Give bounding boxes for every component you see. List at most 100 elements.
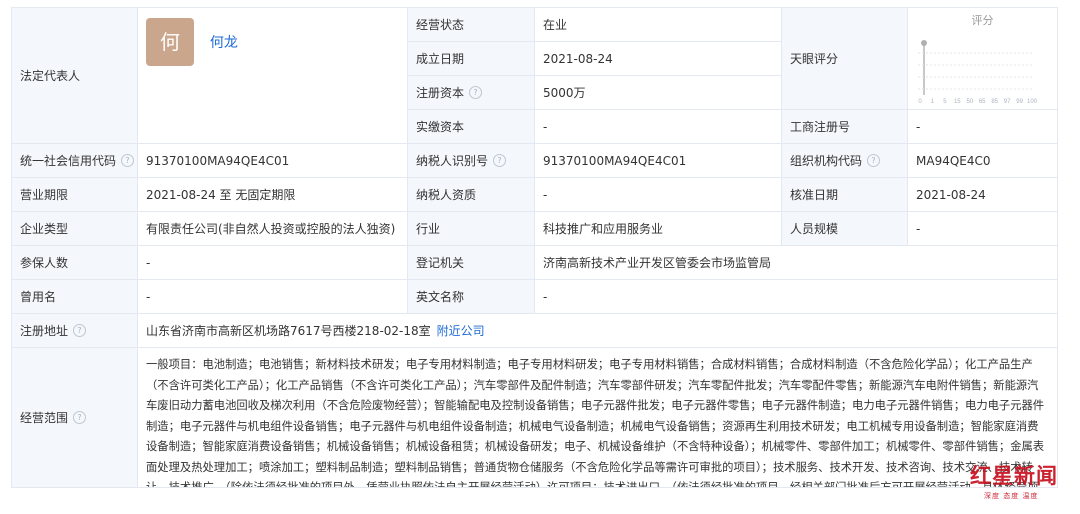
address-label: 注册地址? (12, 314, 138, 348)
reg-capital-value-text: 5000万 (543, 86, 586, 100)
scope-label: 经营范围? (12, 348, 138, 488)
industry-label: 行业 (408, 212, 535, 246)
org-code-value-text: MA94QE4C0 (916, 153, 991, 168)
former-name-label: 曾用名 (12, 280, 138, 314)
status-value-text: 在业 (543, 18, 568, 32)
industry-label-text: 行业 (416, 222, 441, 236)
help-icon[interactable]: ? (121, 154, 135, 167)
term-value-text: 2021-08-24 至 无固定期限 (146, 188, 296, 202)
score-ticks: 0 1 5 15 50 65 85 97 99 100 (918, 99, 1037, 105)
company-type-label-text: 企业类型 (20, 222, 69, 236)
org-code-label: 组织机构代码? (782, 144, 908, 178)
address-label-text: 注册地址 (20, 324, 69, 338)
approve-date-value: 2021-08-24 (908, 178, 1058, 212)
score-tick-label: 50 (966, 99, 973, 105)
english-name-value: - (535, 280, 1058, 314)
score-tick-label: 1 (931, 99, 935, 105)
score-gauge-chart: 0 1 5 15 50 65 85 97 99 100 (918, 40, 1038, 105)
authority-value: 济南高新技术产业开发区管委会市场监管局 (535, 246, 1058, 280)
scope-label-text: 经营范围 (20, 411, 69, 425)
reg-capital-label: 注册资本? (408, 76, 535, 110)
credit-code-label: 统一社会信用代码? (12, 144, 138, 178)
help-icon[interactable]: ? (73, 324, 87, 337)
established-label-text: 成立日期 (416, 52, 465, 66)
credit-code-value-text: 91370100MA94QE4C01 (146, 153, 290, 168)
insured-value: - (138, 246, 408, 280)
help-icon[interactable]: ? (73, 411, 87, 424)
taxpayer-id-label: 纳税人识别号? (408, 144, 535, 178)
taxpayer-qual-value-text: - (543, 187, 548, 202)
paid-capital-label: 实缴资本 (408, 110, 535, 144)
paid-capital-value: - (535, 110, 782, 144)
tianyan-score-panel: 评分 0 1 5 15 50 65 85 97 99 100 (908, 8, 1058, 110)
legal-rep-label-text: 法定代表人 (20, 69, 81, 83)
scope-text: 一般项目：电池制造；电池销售；新材料技术研发；电子专用材料制造；电子专用材料研发… (146, 358, 1045, 488)
icbn-label: 工商注册号 (782, 110, 908, 144)
industry-value-text: 科技推广和应用服务业 (543, 222, 664, 236)
authority-label-text: 登记机关 (416, 256, 465, 270)
former-name-value-text: - (146, 289, 151, 304)
approve-date-value-text: 2021-08-24 (916, 187, 986, 202)
staff-size-value-text: - (916, 221, 921, 236)
insured-label-text: 参保人数 (20, 256, 69, 270)
industry-value: 科技推广和应用服务业 (535, 212, 782, 246)
staff-size-label-text: 人员规模 (790, 222, 839, 236)
score-tick-label: 0 (918, 99, 922, 105)
scope-value: 一般项目：电池制造；电池销售；新材料技术研发；电子专用材料制造；电子专用材料研发… (138, 348, 1058, 488)
staff-size-label: 人员规模 (782, 212, 908, 246)
established-label: 成立日期 (408, 42, 535, 76)
taxpayer-qual-label-text: 纳税人资质 (416, 188, 477, 202)
score-needle-head (921, 40, 927, 46)
taxpayer-qual-label: 纳税人资质 (408, 178, 535, 212)
term-value: 2021-08-24 至 无固定期限 (138, 178, 408, 212)
taxpayer-id-label-text: 纳税人识别号 (416, 154, 489, 168)
status-label-text: 经营状态 (416, 18, 465, 32)
legal-rep-label: 法定代表人 (12, 8, 138, 144)
term-label-text: 营业期限 (20, 188, 69, 202)
icbn-value-text: - (916, 119, 921, 134)
approve-date-label-text: 核准日期 (790, 188, 839, 202)
company-type-label: 企业类型 (12, 212, 138, 246)
legal-rep-name-link[interactable]: 何龙 (210, 32, 238, 52)
staff-size-value: - (908, 212, 1058, 246)
nearby-companies-link[interactable]: 附近公司 (437, 322, 485, 339)
score-tick-label: 65 (979, 99, 986, 105)
avatar: 何 (146, 18, 194, 66)
credit-code-value: 91370100MA94QE4C01 (138, 144, 408, 178)
score-tick-label: 97 (1004, 99, 1011, 105)
former-name-label-text: 曾用名 (20, 290, 57, 304)
company-type-value: 有限责任公司(非自然人投资或控股的法人独资) (138, 212, 408, 246)
established-value: 2021-08-24 (535, 42, 782, 76)
score-grid (918, 52, 1034, 90)
address-value-text: 山东省济南市高新区机场路7617号西楼218-02-18室 (146, 324, 431, 338)
legal-rep-value: 何 何龙 (138, 8, 408, 144)
org-code-label-text: 组织机构代码 (790, 154, 863, 168)
reg-capital-label-text: 注册资本 (416, 86, 465, 100)
score-tick-label: 99 (1016, 99, 1023, 105)
help-icon[interactable]: ? (493, 154, 507, 167)
score-title: 评分 (971, 14, 994, 27)
help-icon[interactable]: ? (867, 154, 881, 167)
reg-capital-value: 5000万 (535, 76, 782, 110)
insured-label: 参保人数 (12, 246, 138, 280)
taxpayer-id-value: 91370100MA94QE4C01 (535, 144, 782, 178)
help-icon[interactable]: ? (469, 86, 483, 99)
paid-capital-value-text: - (543, 119, 548, 134)
approve-date-label: 核准日期 (782, 178, 908, 212)
term-label: 营业期限 (12, 178, 138, 212)
authority-label: 登记机关 (408, 246, 535, 280)
english-name-label: 英文名称 (408, 280, 535, 314)
icbn-label-text: 工商注册号 (790, 120, 851, 134)
company-type-value-text: 有限责任公司(非自然人投资或控股的法人独资) (146, 222, 396, 236)
score-tick-label: 100 (1027, 99, 1038, 105)
score-tick-label: 85 (991, 99, 998, 105)
status-value: 在业 (535, 8, 782, 42)
paid-capital-label-text: 实缴资本 (416, 120, 465, 134)
org-code-value: MA94QE4C0 (908, 144, 1058, 178)
established-value-text: 2021-08-24 (543, 51, 613, 66)
score-tick-label: 5 (943, 99, 947, 105)
status-label: 经营状态 (408, 8, 535, 42)
watermark-logo: 红星新闻 (970, 463, 1058, 488)
taxpayer-qual-value: - (535, 178, 782, 212)
former-name-value: - (138, 280, 408, 314)
